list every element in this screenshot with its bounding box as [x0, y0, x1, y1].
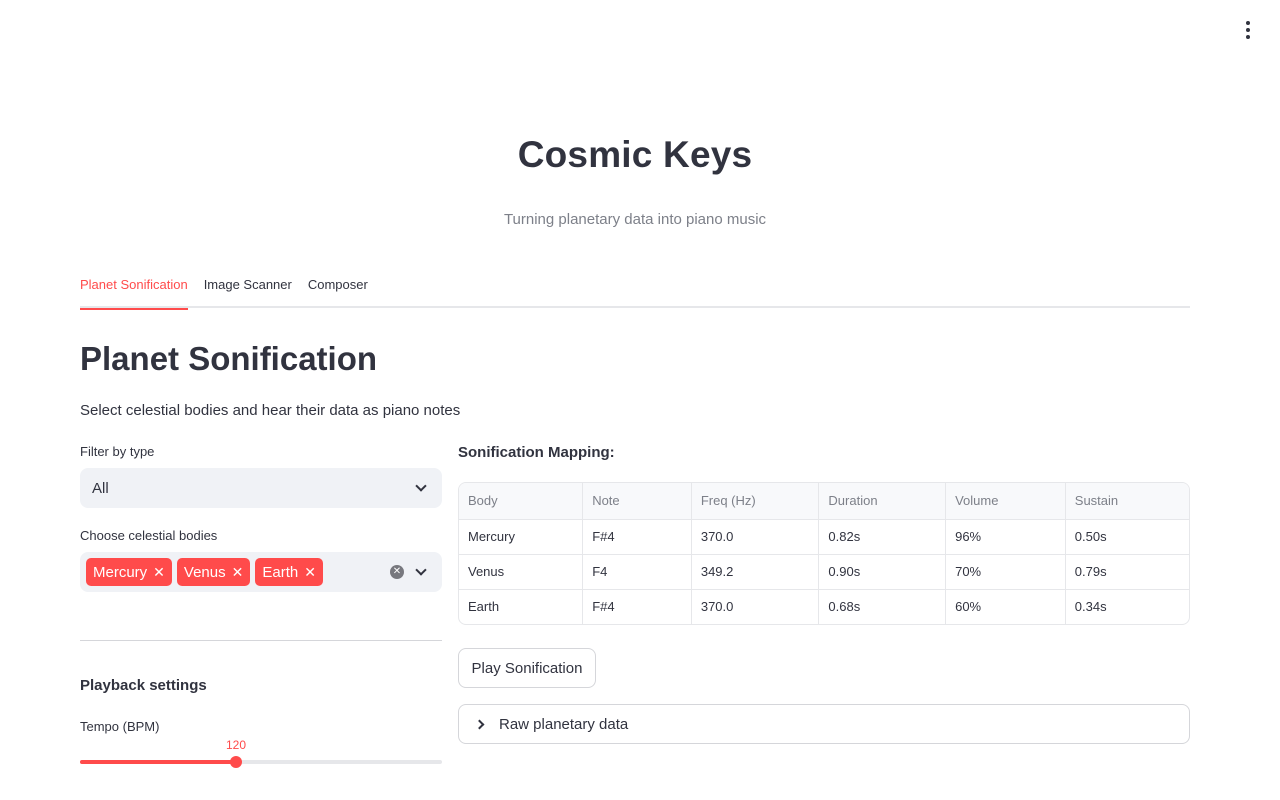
table-cell: 0.50s: [1065, 519, 1189, 555]
chip-label: Venus: [183, 563, 226, 581]
tab-bar: Planet Sonification Image Scanner Compos…: [80, 270, 1190, 310]
chevron-right-icon: [474, 719, 485, 730]
table-header-row: Body Note Freq (Hz) Duration Volume Sust…: [459, 483, 1189, 520]
remove-icon[interactable]: ✕: [304, 565, 316, 579]
expander-label: Raw planetary data: [499, 715, 629, 733]
table-cell: 0.82s: [818, 519, 947, 555]
filter-type-select[interactable]: All: [80, 468, 442, 508]
chip-venus: Venus ✕: [176, 558, 251, 586]
table-cell: 60%: [945, 589, 1066, 624]
column-header[interactable]: Body: [459, 483, 584, 520]
sonification-table: Body Note Freq (Hz) Duration Volume Sust…: [458, 482, 1190, 625]
table-row: Venus F4 349.2 0.90s 70% 0.79s: [459, 554, 1189, 590]
play-sonification-button[interactable]: Play Sonification: [458, 648, 596, 688]
table-cell: 0.34s: [1074, 599, 1107, 615]
table-cell: 0.79s: [1065, 554, 1189, 590]
remove-icon[interactable]: ✕: [153, 565, 165, 579]
table-cell: 96%: [945, 519, 1066, 555]
chip-earth: Earth ✕: [255, 558, 323, 586]
table-cell: F#4: [582, 519, 692, 555]
table-cell: 349.2: [691, 554, 820, 590]
app-title: Cosmic Keys: [517, 134, 753, 175]
vertical-dots-icon: [1246, 21, 1250, 25]
raw-data-expander[interactable]: Raw planetary data: [458, 704, 1190, 744]
tab-composer[interactable]: Composer: [308, 270, 368, 308]
bodies-label: Choose celestial bodies: [80, 528, 218, 543]
chevron-down-icon[interactable]: [415, 564, 427, 576]
tab-image-scanner[interactable]: Image Scanner: [204, 270, 292, 308]
column-header[interactable]: Volume: [945, 483, 1066, 520]
table-cell: 0.68s: [818, 589, 947, 624]
playback-heading: Playback settings: [80, 677, 207, 694]
column-header[interactable]: Freq (Hz): [691, 483, 820, 520]
table-cell: 370.0: [691, 519, 820, 555]
page-heading: Planet Sonification: [80, 340, 378, 377]
chevron-down-icon: [415, 480, 427, 492]
tempo-slider-thumb[interactable]: [230, 756, 242, 768]
column-header[interactable]: Note: [582, 483, 692, 520]
column-header[interactable]: Duration: [818, 483, 947, 520]
table-cell: 370.0: [691, 589, 820, 624]
table-row: Mercury F#4 370.0 0.82s 96% 0.50s: [459, 519, 1189, 555]
table-cell: Mercury: [459, 519, 584, 555]
table-cell: Earth: [459, 589, 584, 624]
table-cell: F#4: [582, 589, 692, 624]
main-menu-button[interactable]: [1236, 18, 1260, 42]
filter-type-value: All: [92, 479, 109, 497]
table-cell: 0.90s: [818, 554, 947, 590]
app-subtitle: Turning planetary data into piano music: [503, 211, 767, 228]
column-header[interactable]: Sustain: [1065, 483, 1189, 520]
table-cell: 70%: [945, 554, 1066, 590]
tempo-slider-fill: [80, 760, 236, 764]
celestial-bodies-multiselect[interactable]: Mercury ✕ Venus ✕ Earth ✕ ✕: [80, 552, 442, 592]
chip-label: Earth: [262, 563, 299, 581]
table-cell: Venus: [459, 554, 584, 590]
clear-all-icon[interactable]: ✕: [390, 565, 404, 579]
filter-label: Filter by type: [80, 444, 155, 459]
divider: [80, 640, 442, 641]
tempo-label: Tempo (BPM): [80, 719, 160, 734]
chip-label: Mercury: [93, 563, 148, 581]
table-row: Earth F#4 370.0 0.68s 60% 0.34s: [459, 589, 1189, 624]
remove-icon[interactable]: ✕: [232, 565, 244, 579]
mapping-heading: Sonification Mapping:: [458, 444, 615, 461]
table-cell: F4: [582, 554, 692, 590]
chip-mercury: Mercury ✕: [86, 558, 172, 586]
page-description: Select celestial bodies and hear their d…: [80, 402, 461, 419]
tempo-value: 120: [226, 738, 247, 752]
tab-planet-sonification[interactable]: Planet Sonification: [80, 270, 188, 310]
